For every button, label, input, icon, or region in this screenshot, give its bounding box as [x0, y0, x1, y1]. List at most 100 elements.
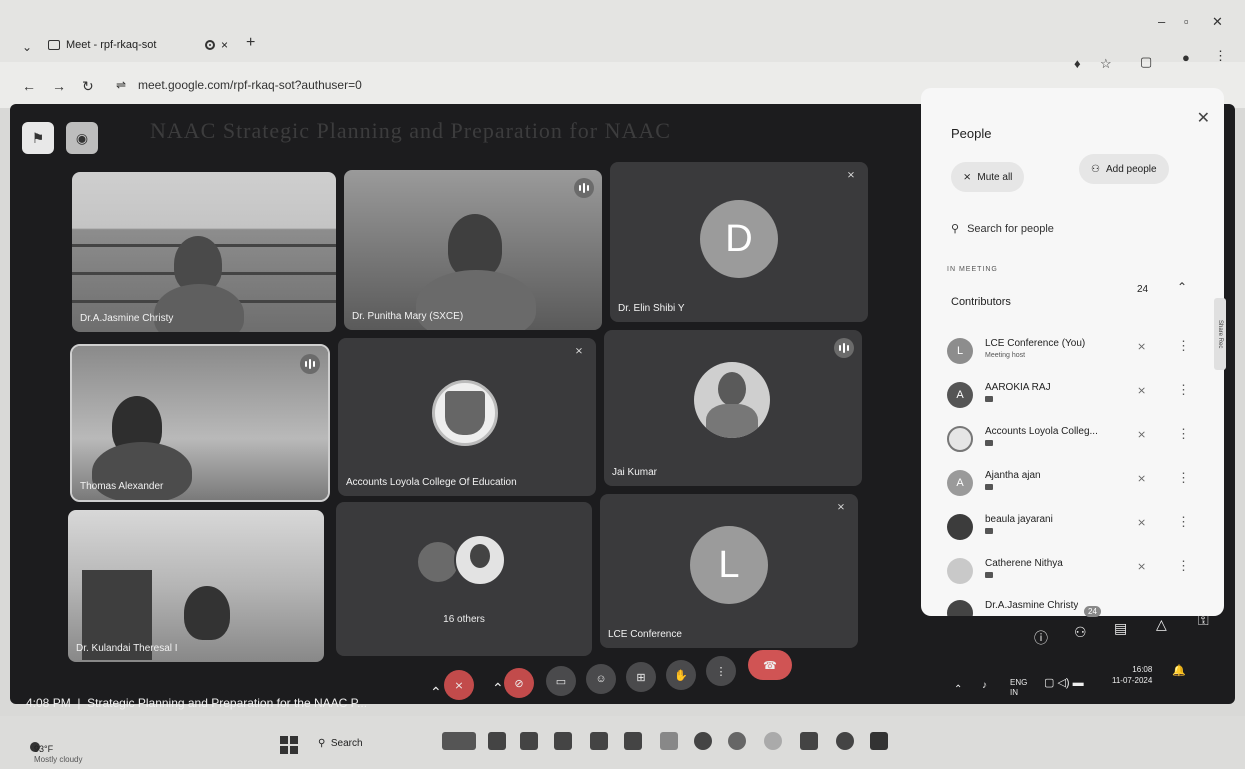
- tab-list-chevron-icon[interactable]: ⌄: [22, 40, 32, 54]
- participant-tile[interactable]: Thomas Alexander: [70, 344, 330, 502]
- presenting-chip-icon: [985, 484, 993, 490]
- info-icon[interactable]: ⓘ: [1034, 628, 1048, 648]
- weather-widget[interactable]: 93°F Mostly cloudy: [34, 744, 82, 764]
- participant-name: Dr.A.Jasmine Christy: [80, 313, 174, 324]
- muted-mic-icon[interactable]: ⨯: [1137, 560, 1146, 573]
- taskbar-app-icon[interactable]: [660, 732, 678, 750]
- more-options-icon[interactable]: ⋮: [1177, 470, 1190, 486]
- tray-clock[interactable]: 16:08 11-07-2024: [1112, 664, 1152, 686]
- taskbar-app-icon[interactable]: [442, 732, 476, 750]
- camera-off-icon: ⊘: [514, 677, 524, 690]
- tray-chevron-icon[interactable]: ⌃: [954, 684, 962, 695]
- participant-tile[interactable]: Dr.A.Jasmine Christy: [72, 172, 336, 332]
- more-options-icon[interactable]: ⋮: [1177, 514, 1190, 530]
- side-panel-tab[interactable]: Share Rec: [1214, 298, 1226, 370]
- mic-options-chevron-icon[interactable]: ⌃: [430, 684, 442, 701]
- notification-bell-icon[interactable]: 🔔: [1172, 664, 1186, 677]
- participant-tile[interactable]: Dr. Punitha Mary (SXCE): [344, 170, 602, 330]
- taskbar-app-icon[interactable]: [728, 732, 746, 750]
- browser-tab[interactable]: Meet - rpf-rkaq-sot ×: [48, 34, 228, 56]
- contributors-group-label[interactable]: Contributors: [951, 296, 1011, 308]
- meeting-info-button[interactable]: ⚑: [22, 122, 54, 154]
- reload-icon[interactable]: ↻: [82, 78, 94, 95]
- taskbar-app-icon[interactable]: [520, 732, 538, 750]
- muted-mic-icon[interactable]: ⨯: [1137, 340, 1146, 353]
- camera-toggle-button[interactable]: ⊘: [504, 668, 534, 698]
- taskbar-search[interactable]: ⚲ Search: [318, 738, 363, 749]
- participant-list-item[interactable]: A AAROKIA RAJ ⨯ ⋮: [947, 378, 1207, 418]
- add-person-icon: ⚇: [1091, 163, 1100, 175]
- participant-tile[interactable]: ⨯ Accounts Loyola College Of Education: [338, 338, 596, 496]
- new-tab-icon[interactable]: +: [246, 34, 255, 52]
- mic-toggle-button[interactable]: ⨯: [444, 670, 474, 700]
- url-field[interactable]: meet.google.com/rpf-rkaq-sot?authuser=0: [138, 78, 362, 92]
- more-options-icon[interactable]: ⋮: [1177, 338, 1190, 354]
- chat-icon[interactable]: ▤: [1114, 620, 1127, 637]
- others-count: 16 others: [443, 614, 485, 625]
- forward-icon[interactable]: →: [52, 78, 66, 94]
- participant-list-item[interactable]: Catherene Nithya ⨯ ⋮: [947, 554, 1207, 594]
- site-settings-icon[interactable]: ⇌: [116, 78, 126, 92]
- reading-list-icon[interactable]: ▢: [1140, 54, 1152, 70]
- muted-mic-icon[interactable]: ⨯: [1137, 428, 1146, 441]
- participant-list-item[interactable]: A Ajantha ajan ⨯ ⋮: [947, 466, 1207, 506]
- back-icon[interactable]: ←: [22, 78, 36, 94]
- captions-button[interactable]: ▭: [546, 666, 576, 696]
- participant-list-item[interactable]: Accounts Loyola Colleg... ⨯ ⋮: [947, 422, 1207, 462]
- windows-start-icon[interactable]: [280, 736, 298, 754]
- present-button[interactable]: ⊞: [626, 662, 656, 692]
- maximize-icon[interactable]: ▫: [1184, 14, 1189, 29]
- tab-close-icon[interactable]: ×: [221, 38, 228, 52]
- participant-tile[interactable]: 16 others: [336, 502, 592, 656]
- extension-icon[interactable]: ♦: [1074, 56, 1081, 71]
- add-people-button[interactable]: ⚇ Add people: [1079, 154, 1169, 184]
- participant-tile[interactable]: D ⨯ Dr. Elin Shibi Y: [610, 162, 868, 322]
- muted-mic-icon[interactable]: ⨯: [1137, 472, 1146, 485]
- taskbar-app-icon[interactable]: [554, 732, 572, 750]
- camera-options-chevron-icon[interactable]: ⌃: [492, 680, 504, 697]
- more-options-icon[interactable]: ⋮: [1177, 426, 1190, 442]
- muted-mic-icon[interactable]: ⨯: [1137, 384, 1146, 397]
- taskbar-app-icon[interactable]: [694, 732, 712, 750]
- people-icon[interactable]: ⚇: [1074, 624, 1087, 641]
- more-options-icon[interactable]: ⋮: [1177, 558, 1190, 574]
- meeting-time: 4:08 PM: [26, 696, 71, 710]
- raise-hand-button[interactable]: ✋: [666, 660, 696, 690]
- meeting-clock: 4:08 PM | Strategic Planning and Prepara…: [26, 696, 368, 710]
- browser-menu-icon[interactable]: ⋮: [1214, 48, 1227, 64]
- mute-all-button[interactable]: ⨯ Mute all: [951, 162, 1025, 192]
- activities-icon[interactable]: △: [1156, 616, 1167, 633]
- more-options-button[interactable]: ⋮: [706, 656, 736, 686]
- search-label: Search: [330, 738, 363, 749]
- bookmark-star-icon[interactable]: ☆: [1100, 56, 1112, 72]
- more-options-icon[interactable]: ⋮: [1177, 382, 1190, 398]
- participant-list-item[interactable]: Dr.A.Jasmine Christy: [947, 596, 1207, 616]
- participant-tile[interactable]: L ⨯ LCE Conference: [600, 494, 858, 648]
- recording-button[interactable]: ◉: [66, 122, 98, 154]
- taskbar-app-icon[interactable]: [836, 732, 854, 750]
- participant-tile[interactable]: Jai Kumar: [604, 330, 862, 486]
- muted-mic-icon[interactable]: ⨯: [1137, 516, 1146, 529]
- participant-list-item[interactable]: beaula jayarani ⨯ ⋮: [947, 510, 1207, 550]
- close-panel-icon[interactable]: ✕: [1197, 108, 1210, 128]
- search-icon: ⚲: [951, 223, 960, 235]
- search-people-field[interactable]: ⚲ Search for people: [951, 222, 1054, 236]
- taskbar-app-icon[interactable]: [624, 732, 642, 750]
- network-volume-battery-icon[interactable]: ▢ ◁) ▬: [1044, 676, 1084, 689]
- region-code: IN: [1010, 688, 1018, 697]
- taskbar-app-icon[interactable]: [800, 732, 818, 750]
- participant-list-item[interactable]: L LCE Conference (You) Meeting host ⨯ ⋮: [947, 334, 1207, 374]
- window-close-icon[interactable]: ✕: [1212, 14, 1223, 30]
- profile-avatar[interactable]: ●: [1182, 50, 1190, 65]
- minimize-icon[interactable]: –: [1158, 14, 1165, 29]
- taskbar-app-icon[interactable]: [590, 732, 608, 750]
- taskbar-app-icon[interactable]: [870, 732, 888, 750]
- taskbar-app-icon[interactable]: [488, 732, 506, 750]
- language-indicator[interactable]: ENG IN: [1010, 678, 1027, 698]
- taskbar-app-icon[interactable]: [764, 732, 782, 750]
- host-controls-icon[interactable]: ⚿: [1198, 612, 1209, 629]
- leave-call-button[interactable]: ☎: [748, 650, 792, 680]
- reactions-button[interactable]: ☺: [586, 664, 616, 694]
- participant-tile[interactable]: Dr. Kulandai Theresal I: [68, 510, 324, 662]
- collapse-chevron-icon[interactable]: ⌃: [1177, 280, 1187, 294]
